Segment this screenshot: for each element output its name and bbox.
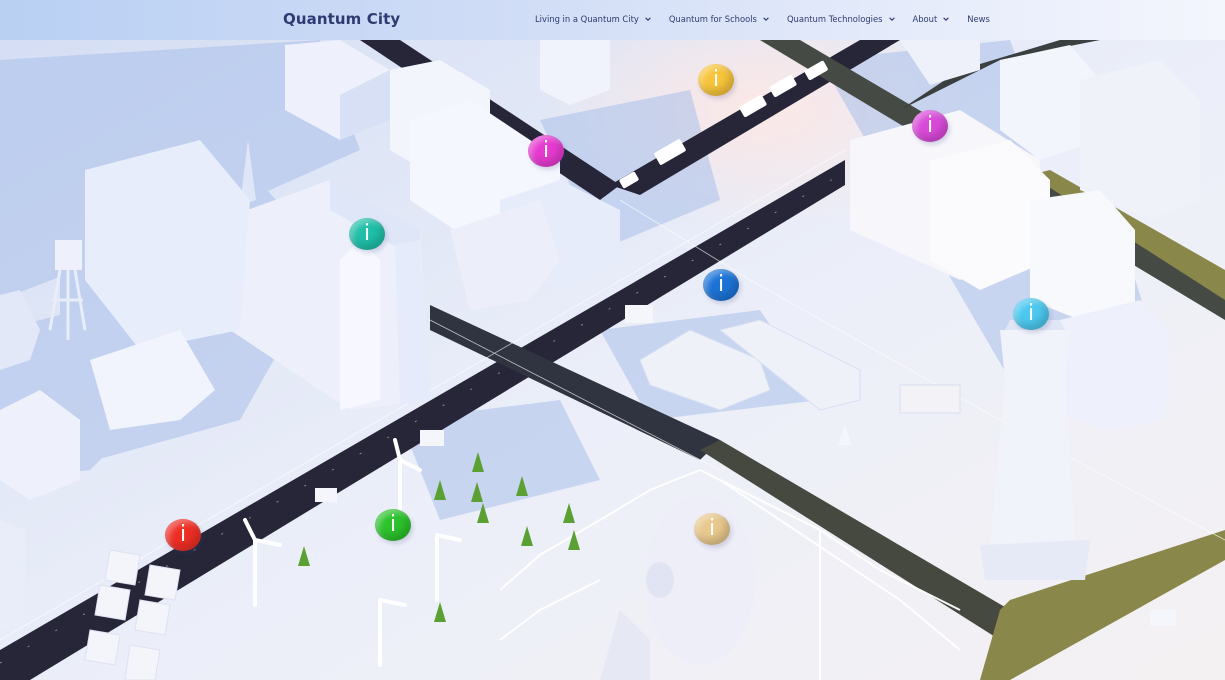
nav-item-label: Quantum for Schools bbox=[668, 14, 757, 24]
nav-item-label: Quantum Technologies bbox=[786, 14, 883, 24]
chevron-down-icon bbox=[888, 17, 895, 21]
info-hotspot-tan[interactable]: i bbox=[694, 513, 730, 545]
site-logo-title[interactable]: Quantum City bbox=[283, 10, 400, 28]
info-hotspot-blue[interactable]: i bbox=[703, 269, 739, 301]
city-scene bbox=[0, 0, 1225, 680]
info-hotspot-magenta-center[interactable]: i bbox=[528, 135, 564, 167]
top-navigation-bar: Quantum City Living in a Quantum City Qu… bbox=[0, 0, 1225, 40]
nav-item-label: News bbox=[967, 14, 990, 24]
nav-item-label: About bbox=[912, 14, 938, 24]
info-hotspot-red[interactable]: i bbox=[165, 519, 201, 551]
nav-item-about[interactable]: About bbox=[913, 13, 951, 25]
nav-item-quantum-for-schools[interactable]: Quantum for Schools bbox=[669, 13, 770, 25]
chevron-down-icon bbox=[943, 17, 950, 21]
info-hotspot-yellow-top[interactable]: i bbox=[698, 64, 734, 96]
info-hotspot-teal[interactable]: i bbox=[349, 218, 385, 250]
nav-item-news[interactable]: News bbox=[967, 13, 990, 25]
chevron-down-icon bbox=[645, 17, 651, 21]
nav-item-label: Living in a Quantum City bbox=[535, 14, 639, 24]
nav-item-quantum-technologies[interactable]: Quantum Technologies bbox=[787, 13, 896, 25]
info-hotspot-cyan[interactable]: i bbox=[1013, 298, 1049, 330]
nav-item-living-in-a-quantum-city[interactable]: Living in a Quantum City bbox=[535, 13, 652, 25]
chevron-down-icon bbox=[763, 17, 769, 21]
info-hotspot-magenta-right[interactable]: i bbox=[912, 110, 948, 142]
main-nav: Living in a Quantum City Quantum for Sch… bbox=[535, 13, 990, 25]
info-hotspot-green[interactable]: i bbox=[375, 509, 411, 541]
